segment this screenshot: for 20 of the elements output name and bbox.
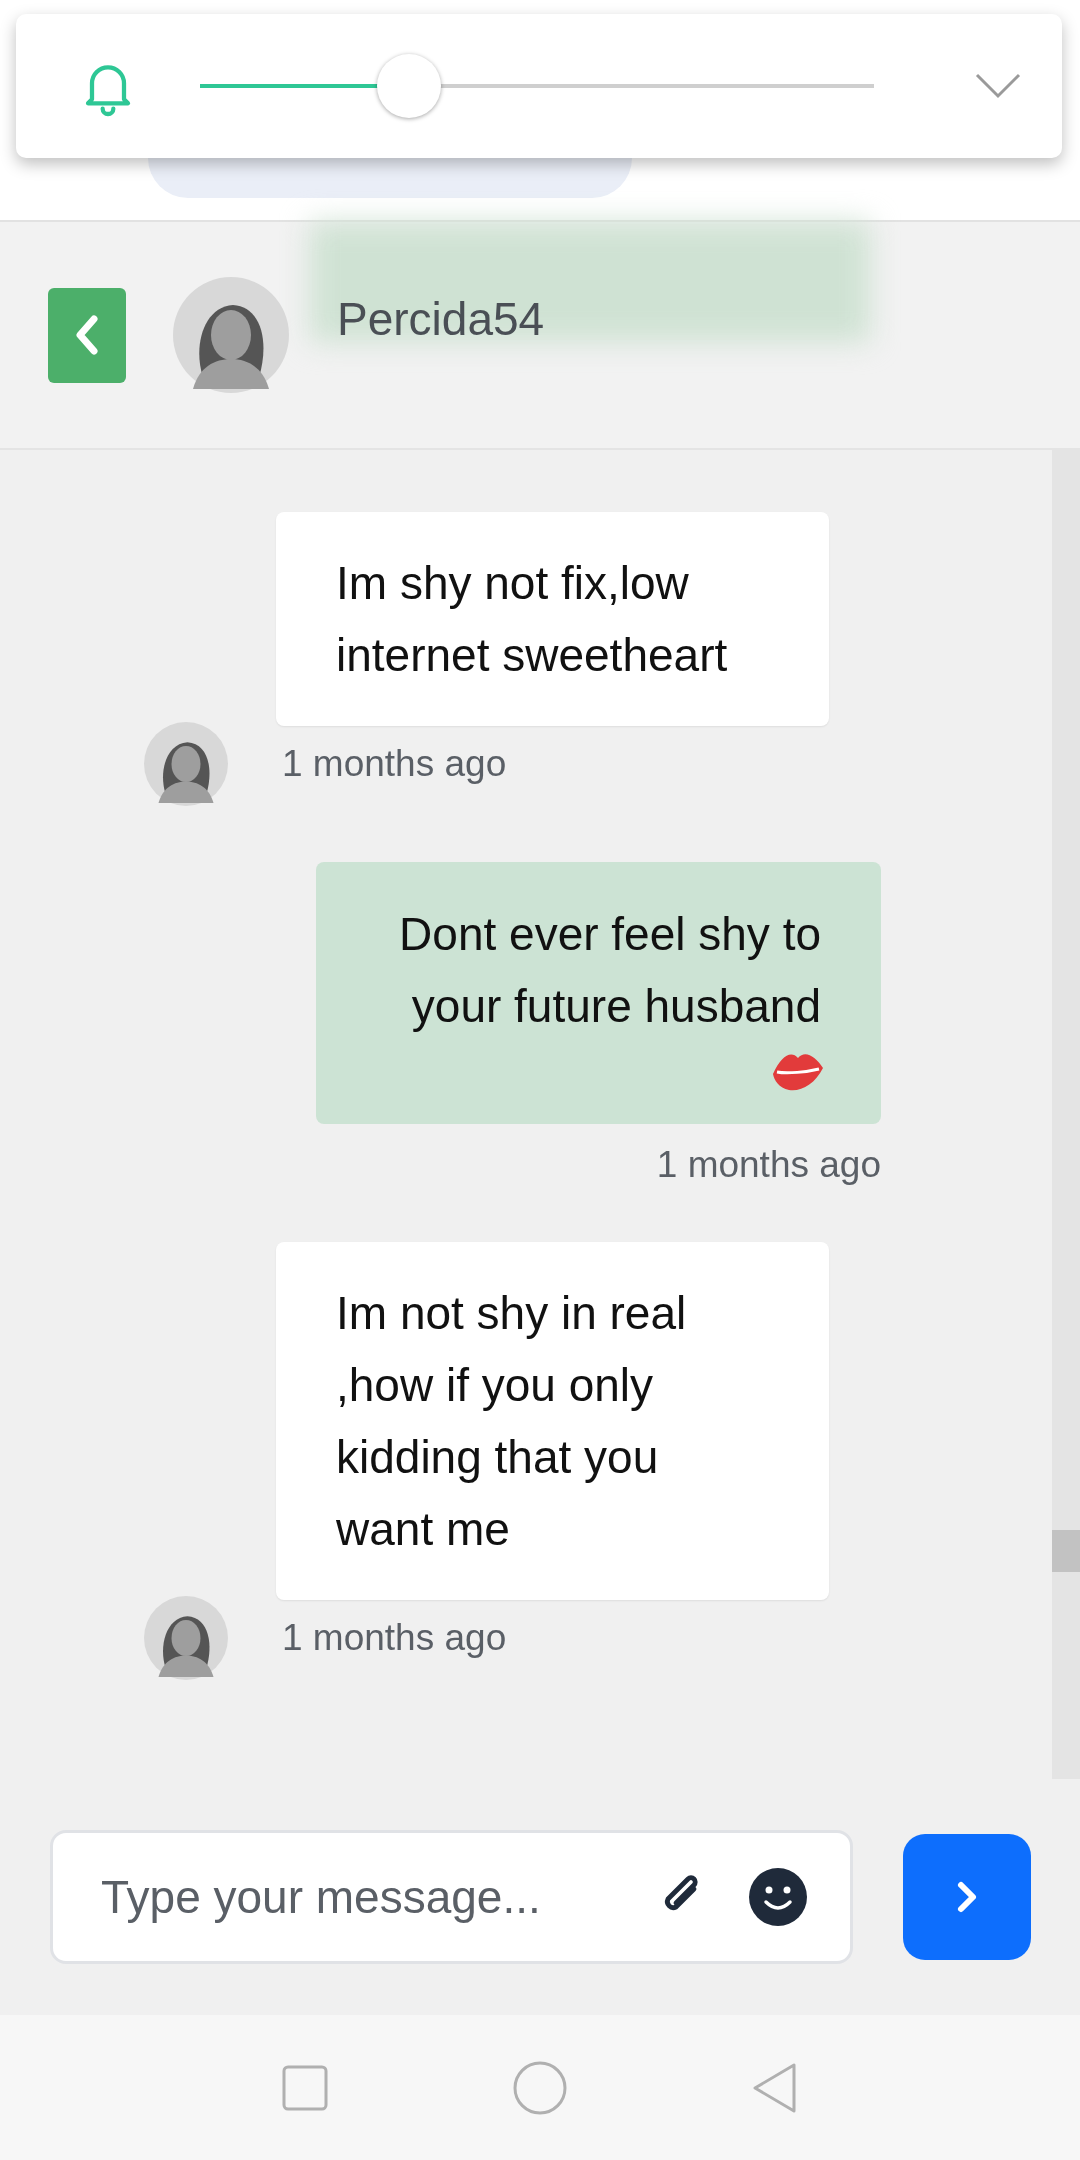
message-time: 1 months ago [282, 743, 507, 785]
slider-thumb[interactable] [376, 54, 441, 118]
message-input[interactable]: Type your message... [99, 1869, 612, 1925]
send-button[interactable] [903, 1834, 1031, 1960]
message-bubble: Dont ever feel shy to your future husband [316, 862, 881, 1124]
emoji-icon[interactable] [748, 1867, 808, 1927]
message-box[interactable]: Type your message... [50, 1830, 853, 1964]
message-time: 1 months ago [282, 1617, 507, 1659]
message-time: 1 months ago [656, 1144, 881, 1186]
back-button[interactable] [48, 287, 126, 383]
message-bubble: Im not shy in real ,how if you only kidding that you want me [276, 1242, 829, 1600]
chevron-right-icon [955, 1879, 979, 1915]
scrollbar-thumb[interactable] [1052, 1530, 1080, 1572]
contact-name: Percida54 [337, 292, 545, 346]
message-bubble: Im shy not fix,low internet sweetheart [276, 512, 829, 726]
chevron-down-icon[interactable] [974, 72, 1022, 100]
back-icon[interactable] [752, 2061, 798, 2114]
volume-slider[interactable] [200, 53, 874, 119]
recent-apps-icon[interactable] [282, 2064, 328, 2111]
home-icon[interactable] [512, 2059, 568, 2116]
